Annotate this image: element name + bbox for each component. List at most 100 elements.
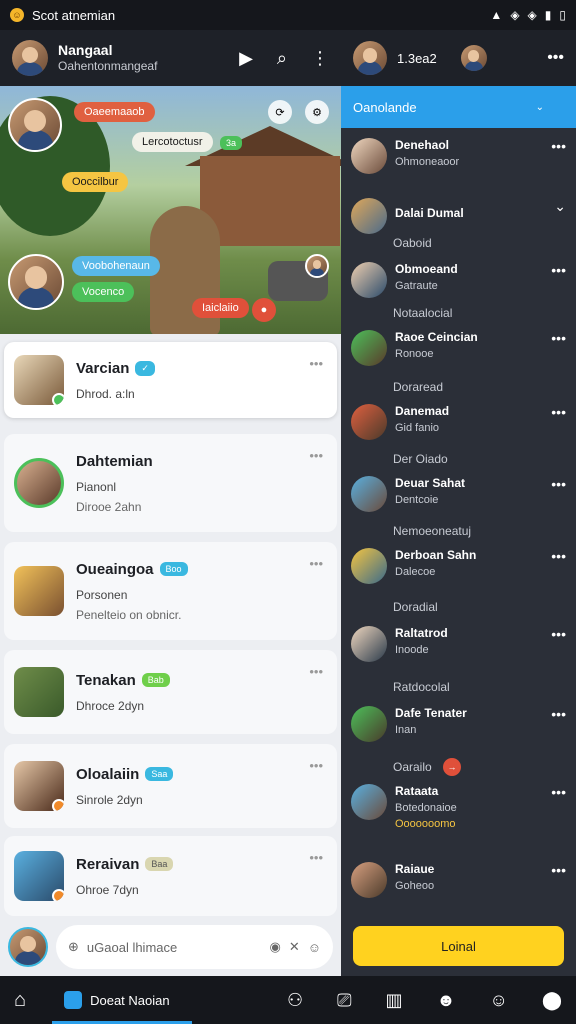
avatar [14, 851, 64, 901]
user-alert-icon[interactable]: ☻ [437, 990, 456, 1011]
participant-avatar[interactable] [305, 254, 329, 278]
chat-name-text: Oueaingoa [76, 560, 154, 578]
scene-hut [200, 156, 340, 246]
more-icon[interactable]: ••• [551, 404, 566, 420]
arrow-right-icon[interactable]: → [443, 758, 461, 776]
contact-item[interactable]: Raoe Ceincian Ronooe ••• [341, 330, 576, 366]
video-stage[interactable]: Oaeemaaob Lercotoctusr 3a Ooccilbur Voob… [0, 86, 341, 334]
emoji-icon[interactable]: ☺ [308, 940, 321, 955]
status-icon [52, 799, 64, 811]
avatar[interactable] [460, 45, 487, 71]
search-icon[interactable]: ⌕ [277, 48, 287, 69]
more-icon[interactable]: ••• [551, 138, 566, 154]
contact-note: Ratdocolal [393, 680, 450, 694]
right-panel-title: Oanolande [353, 99, 417, 115]
chat-name-text: Varcian [76, 359, 130, 377]
home-icon[interactable]: ⌂ [14, 989, 26, 1012]
contact-text: Deuar Sahat Dentcoie [395, 476, 551, 506]
chat-card[interactable]: Oueaingoa Boo Porsonen Penelteio on obni… [4, 542, 337, 640]
close-icon[interactable]: ✕ [289, 939, 300, 955]
contact-item[interactable]: Rataata Botedonaioe Ooooooomo ••• [341, 784, 576, 830]
message-input[interactable]: ⊕ uGaoal lhimace ◉ ✕ ☺ [56, 925, 333, 969]
add-icon[interactable]: ⊕ [68, 939, 79, 955]
more-icon[interactable]: ••• [309, 664, 323, 679]
chat-bubble: Iaiclaiio [192, 298, 249, 318]
more-icon[interactable]: ••• [551, 784, 566, 800]
more-icon[interactable]: ••• [309, 850, 323, 865]
more-icon[interactable]: ••• [551, 262, 566, 278]
contact-name: Derboan Sahn [395, 548, 477, 562]
contact-item[interactable]: Deuar Sahat Dentcoie ••• [341, 476, 576, 512]
contact-item[interactable]: Raltatrod Inoode ••• [341, 626, 576, 662]
contact-sub: Gatraute [395, 280, 438, 292]
chat-card-info: Varcian ✓ Dhrod. a:ln [76, 360, 327, 401]
contact-item[interactable]: Derboan Sahn Dalecoe ••• [341, 548, 576, 584]
more-icon[interactable]: ••• [551, 706, 566, 722]
nav-icons: ⚇ ⎚ ▥ ☻ ☺ ⬤ [287, 990, 562, 1011]
chat-card-info: Tenakan Bab Dhroce 2dyn [76, 672, 327, 713]
chat-card[interactable]: Varcian ✓ Dhrod. a:ln ••• [4, 342, 337, 418]
contact-item[interactable]: Danemad Gid fanio ••• [341, 404, 576, 440]
more-icon[interactable]: ••• [309, 356, 323, 371]
more-vertical-icon[interactable]: ⋮ [311, 48, 329, 69]
contact-note: Oaboid [393, 236, 432, 250]
video-icon[interactable]: ⎚ [337, 990, 351, 1011]
chat-name: Tenakan Bab [76, 672, 327, 689]
contact-item[interactable]: Dafe Tenater Inan ••• [341, 706, 576, 742]
record-icon[interactable]: ◉ [269, 939, 280, 955]
contact-item[interactable]: Raiaue Goheoo ••• [341, 862, 576, 898]
more-icon[interactable]: ••• [551, 330, 566, 346]
avatar [351, 784, 387, 820]
chat-header: Nangaal Oahentonmangeaf ▶ ⌕ ⋮ [0, 40, 341, 76]
contact-sub: Goheoo [395, 880, 435, 892]
contact-note: Doradial [393, 600, 438, 614]
more-icon[interactable]: ••• [309, 758, 323, 773]
contact-item[interactable]: Denehaol Ohmoneaoor ••• [341, 138, 576, 174]
chat-card[interactable]: Dahtemian Pianonl Dirooe 2ahn ••• [4, 434, 337, 532]
chat-card[interactable]: Reraivan Baa Ohroe 7dyn ••• [4, 836, 337, 916]
more-icon[interactable]: ⌄ [554, 198, 566, 215]
more-icon[interactable]: ••• [551, 476, 566, 492]
avatar[interactable] [353, 41, 387, 75]
more-icon[interactable]: ••• [309, 556, 323, 571]
people-icon[interactable]: ⚇ [287, 990, 303, 1011]
chat-card[interactable]: Tenakan Bab Dhroce 2dyn ••• [4, 650, 337, 734]
contact-item[interactable]: Obmoeand Gatraute ••• [341, 262, 576, 298]
online-icon [52, 393, 64, 405]
contact-name: Rataata [395, 784, 439, 798]
avatar [351, 476, 387, 512]
chat-bubble: Voobohenaun [72, 256, 160, 276]
chat-card-info: Reraivan Baa Ohroe 7dyn [76, 856, 327, 897]
app-root: ☺ Scot atnemian ▲ ◈ ◈ ▮ ▯ Nangaal Oahent… [0, 0, 576, 1024]
shield-icon[interactable]: ⬤ [542, 990, 562, 1011]
library-icon[interactable]: ▥ [385, 990, 402, 1011]
refresh-icon[interactable]: ⟳ [268, 100, 292, 124]
more-icon[interactable]: ••• [547, 49, 564, 67]
play-icon[interactable]: ▶ [239, 48, 253, 69]
participant-avatar[interactable] [8, 98, 62, 152]
chevron-down-icon[interactable]: ⌄ [536, 102, 544, 113]
header-title-block: Nangaal Oahentonmangeaf [58, 42, 157, 75]
more-icon[interactable]: ••• [551, 626, 566, 642]
signal-icon: ▲ [490, 8, 503, 22]
chat-card[interactable]: Oloalaiin Saa Sinrole 2dyn ••• [4, 744, 337, 828]
participant-avatar[interactable] [8, 254, 64, 310]
contact-sub-2: Ooooooomo [395, 818, 456, 830]
contact-name: Dafe Tenater [395, 706, 467, 720]
settings-icon[interactable]: ⚙ [305, 100, 329, 124]
chat-name: Reraivan Baa [76, 856, 327, 873]
user-icon[interactable]: ☺ [489, 990, 507, 1011]
record-icon[interactable]: ● [252, 298, 276, 322]
chat-last-message: Dhrod. a:ln [76, 386, 135, 401]
avatar[interactable] [12, 40, 48, 76]
contact-item[interactable]: Dalai Dumal ⌄ [341, 198, 576, 234]
more-icon[interactable]: ••• [309, 448, 323, 463]
primary-action-button[interactable]: Loinal [353, 926, 564, 966]
contact-text: Raoe Ceincian Ronooe [395, 330, 551, 360]
avatar[interactable] [8, 927, 48, 967]
more-icon[interactable]: ••• [551, 548, 566, 564]
more-icon[interactable]: ••• [551, 862, 566, 878]
nav-tab-active[interactable]: Doeat Naoian [64, 991, 170, 1009]
right-panel-header-bar[interactable]: Oanolande ⌄ [341, 86, 576, 128]
wifi-icon: ◈ [510, 8, 520, 22]
